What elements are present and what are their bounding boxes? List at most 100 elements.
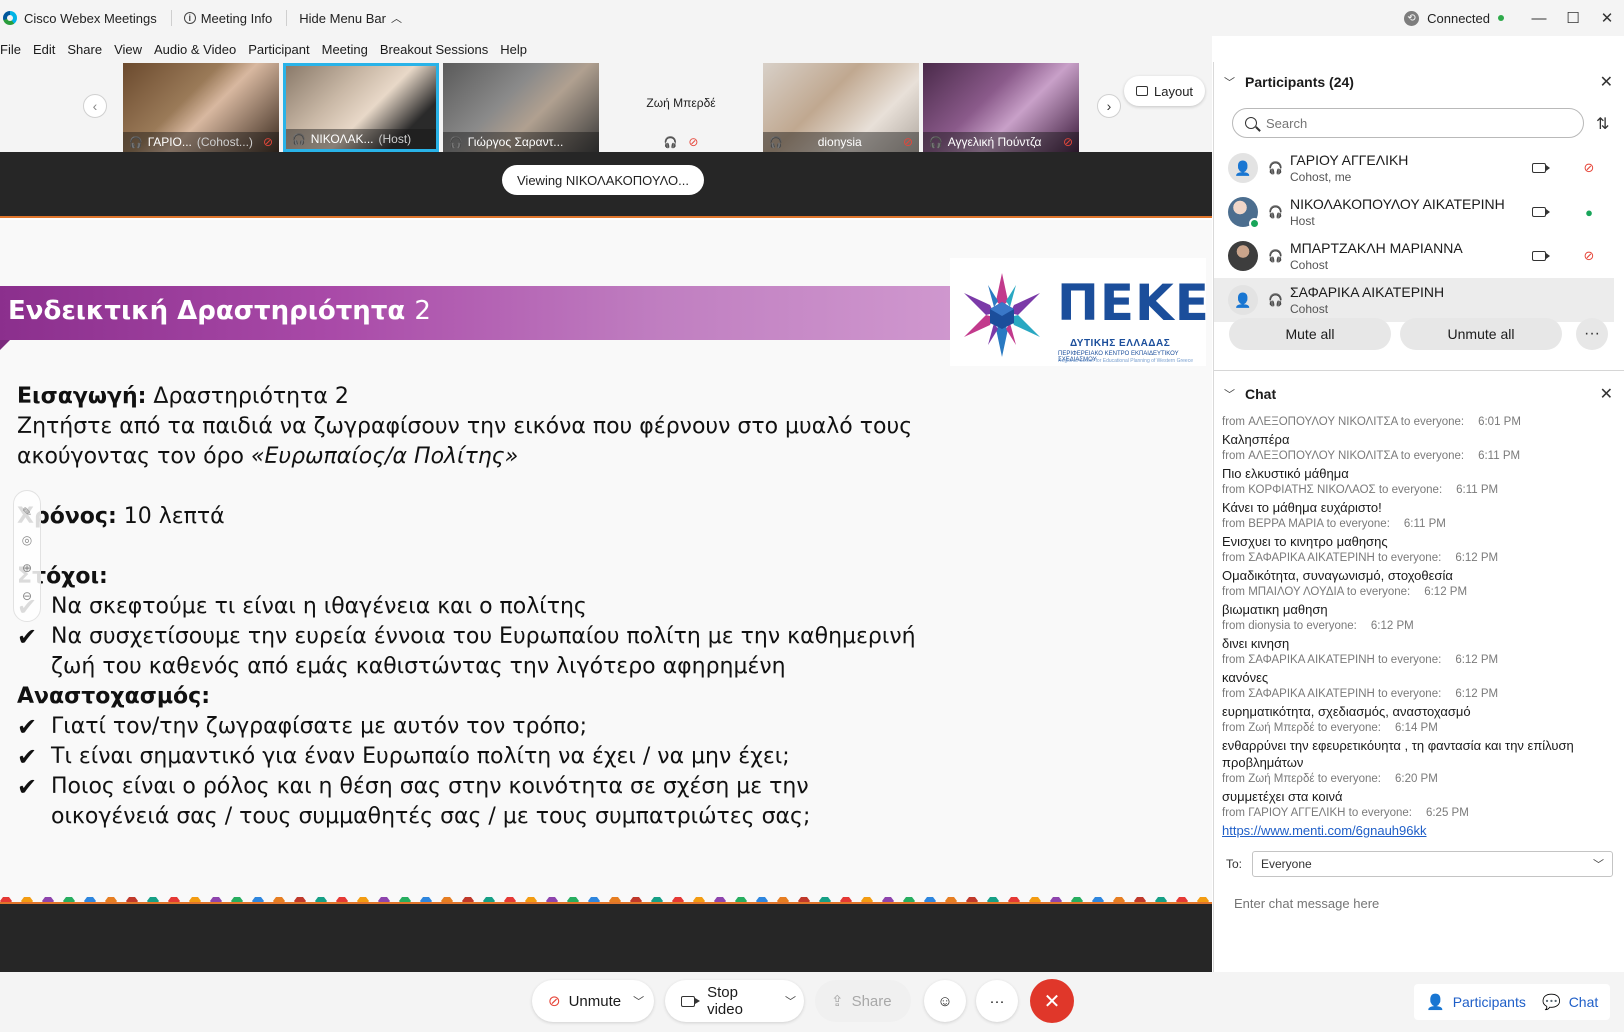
mic-muted-icon[interactable]: ⊘: [1582, 160, 1596, 176]
mic-active-icon[interactable]: ●: [1582, 205, 1596, 220]
video-strip: ‹ 🎧 ΓΑΡΙΟ... (Cohost...) ⊘ 🎧 ΝΙΚΟΛΑΚ... …: [0, 62, 1212, 152]
collapse-chevron-icon[interactable]: ﹀: [1224, 386, 1235, 402]
video-tile[interactable]: 🎧 Αγγελική Πούντζα ⊘: [923, 63, 1079, 152]
close-window-button[interactable]: ✕: [1590, 0, 1624, 36]
chat-message-meta: from Ζωή Μπερδέ to everyone: 6:20 PM: [1222, 771, 1614, 788]
menu-share[interactable]: Share: [67, 42, 102, 57]
goal-item: ✔Να σκεφτούμε τι είναι η ιθαγένεια και ο…: [17, 592, 917, 622]
menu-breakout-sessions[interactable]: Breakout Sessions: [380, 42, 488, 57]
chat-message-meta: from ΣΑΦΑΡΙΚΑ ΑΙΚΑΤΕΡΙΝΗ to everyone: 6:1…: [1222, 652, 1614, 669]
chat-sender: from ΑΛΕΞΟΠΟΥΛΟΥ ΝΙΚΟΛΙΤΣΑ to everyone:: [1222, 450, 1465, 462]
mic-muted-icon[interactable]: ⊘: [1582, 248, 1596, 264]
participant-row[interactable]: 👤 🎧 ΓΑΡΙΟΥ ΑΓΓΕΛΙΚΗ Cohost, me ⊘: [1214, 146, 1614, 190]
leave-meeting-button[interactable]: ✕: [1030, 979, 1074, 1023]
headset-icon: 🎧: [1268, 249, 1283, 263]
avatar: 👤: [1228, 285, 1258, 315]
viewing-label: Viewing ΝΙΚΟΛΑΚΟΠΟΥΛΟ...: [517, 172, 689, 188]
intro-line: Εισαγωγή: Δραστηριότητα 2: [17, 382, 917, 412]
goals-heading: Στόχοι:: [17, 562, 917, 592]
participant-name: ΜΠΑΡΤΖΑΚΛΗ ΜΑΡΙΑΝΝΑ: [1290, 240, 1463, 256]
participants-tab-label: Participants: [1452, 994, 1526, 1010]
more-controls-button[interactable]: ···: [976, 980, 1018, 1022]
connected-dot-icon: [1498, 15, 1504, 21]
tile-role: (Host): [378, 132, 412, 146]
video-tile-active[interactable]: 🎧 ΝΙΚΟΛΑΚ... (Host): [283, 63, 439, 152]
info-icon: i: [183, 12, 196, 24]
chevron-down-icon[interactable]: ﹀: [785, 993, 796, 1009]
participant-search[interactable]: [1232, 108, 1584, 138]
strip-next-button[interactable]: ›: [1097, 94, 1121, 118]
mute-all-button[interactable]: Mute all: [1229, 318, 1391, 350]
more-options-button[interactable]: ···: [1576, 318, 1608, 350]
slide-title-text: Ενδεικτική Δραστηριότητα: [8, 296, 406, 326]
minimize-button[interactable]: —: [1522, 0, 1556, 36]
close-icon: ✕: [1043, 990, 1061, 1013]
collapse-chevron-icon[interactable]: ﹀: [1224, 74, 1235, 90]
chat-message-text: Ομαδικότητα, συναγωνισμό, στοχοθεσία: [1222, 568, 1453, 583]
meeting-info-button[interactable]: i Meeting Info: [183, 11, 272, 26]
avatar: [1228, 241, 1258, 271]
hide-menu-bar-button[interactable]: Hide Menu Bar ︿: [299, 10, 402, 26]
participant-row[interactable]: 🎧 ΜΠΑΡΤΖΑΚΛΗ ΜΑΡΙΑΝΝΑ Cohost ⊘: [1214, 234, 1614, 278]
camera-icon[interactable]: [1532, 163, 1550, 173]
chat-timestamp: 6:25 PM: [1425, 807, 1469, 819]
camera-icon[interactable]: [1532, 207, 1550, 217]
zoom-icon[interactable]: ⊕: [14, 561, 40, 575]
video-tile[interactable]: 🎧 ΓΑΡΙΟ... (Cohost...) ⊘: [123, 63, 279, 152]
search-input[interactable]: [1266, 115, 1546, 131]
chevron-down-icon[interactable]: ﹀: [633, 993, 644, 1009]
menu-help[interactable]: Help: [500, 42, 527, 57]
chat-log[interactable]: from ΑΛΕΞΟΠΟΥΛΟΥ ΝΙΚΟΛΙΤΣΑ to everyone: 6…: [1222, 414, 1614, 844]
menu-file[interactable]: File: [0, 42, 21, 57]
chat-tab-button[interactable]: 💬 Chat: [1530, 984, 1611, 1020]
tile-name: Γιώργος Σαραντ...: [467, 135, 564, 149]
sort-icon[interactable]: ⇅: [1596, 114, 1609, 134]
close-participants-button[interactable]: ✕: [1600, 72, 1613, 92]
video-tile[interactable]: 🎧 Γιώργος Σαραντ...: [443, 63, 599, 152]
tile-role: (Cohost...): [196, 135, 253, 149]
menu-view[interactable]: View: [114, 42, 142, 57]
strip-previous-button[interactable]: ‹: [83, 94, 107, 118]
menu-edit[interactable]: Edit: [33, 42, 55, 57]
headset-icon: 🎧: [449, 136, 463, 149]
layout-icon: [1136, 86, 1148, 96]
intro-label: Εισαγωγή:: [17, 384, 147, 409]
tile-label: 🎧 ⊘: [603, 132, 759, 152]
video-tile[interactable]: 🎧 dionysia ⊘: [763, 63, 919, 152]
stop-video-button[interactable]: Stop video ﹀: [665, 980, 804, 1022]
chat-message-meta: from ΓΑΡΙΟΥ ΑΓΓΕΛΙΚΗ to everyone: 6:25 PM: [1222, 805, 1614, 822]
participant-row[interactable]: 🎧 ΝΙΚΟΛΑΚΟΠΟΥΛΟΥ ΑΙΚΑΤΕΡΙΝΗ Host ●: [1214, 190, 1614, 234]
video-tile[interactable]: Ζωή Μπερδέ 🎧 ⊘: [603, 63, 759, 152]
tile-name: ΝΙΚΟΛΑΚ...: [310, 132, 374, 146]
erase-icon[interactable]: ⊖: [14, 589, 40, 603]
menu-participant[interactable]: Participant: [248, 42, 309, 57]
chat-message-input[interactable]: [1234, 888, 1614, 918]
tile-label: 🎧 ΝΙΚΟΛΑΚ... (Host): [286, 129, 436, 149]
camera-icon[interactable]: [1532, 251, 1550, 261]
participants-tab-button[interactable]: 👤 Participants: [1414, 984, 1538, 1020]
menu-audio-video[interactable]: Audio & Video: [154, 42, 236, 57]
chat-message-text: συμμετέχει στα κοινά: [1222, 789, 1343, 804]
share-button[interactable]: ⇪ Share: [815, 980, 911, 1022]
participant-row-selected[interactable]: 👤 🎧 ΣΑΦΑΡΙΚΑ ΑΙΚΑΤΕΡΙΝΗ Cohost: [1214, 278, 1614, 322]
unmute-button[interactable]: ⊘ Unmute ﹀: [532, 980, 654, 1022]
banner-wedge: [0, 340, 10, 350]
close-chat-button[interactable]: ✕: [1600, 384, 1613, 404]
recipient-select[interactable]: Everyone ﹀: [1252, 851, 1613, 877]
chat-sender: from ΓΑΡΙΟΥ ΑΓΓΕΛΙΚΗ to everyone:: [1222, 807, 1412, 819]
maximize-button[interactable]: ☐: [1556, 0, 1590, 36]
participant-name: ΝΙΚΟΛΑΚΟΠΟΥΛΟΥ ΑΙΚΑΤΕΡΙΝΗ: [1290, 196, 1505, 212]
unmute-label: Unmute: [568, 992, 622, 1010]
chat-message-link[interactable]: https://www.menti.com/6gnauh96kk: [1222, 822, 1614, 839]
chat-sender: from ΚΟΡΦΙΑΤΗΣ ΝΙΚΟΛΑΟΣ to everyone:: [1222, 484, 1443, 496]
chat-timestamp: 6:11 PM: [1403, 518, 1446, 530]
pen-icon[interactable]: ✎: [14, 505, 40, 519]
annotation-toolbar[interactable]: ✎ ◎ ⊕ ⊖: [13, 490, 41, 622]
reactions-button[interactable]: ☺: [924, 980, 966, 1022]
layout-button[interactable]: Layout: [1124, 76, 1206, 106]
pointer-icon[interactable]: ◎: [14, 533, 40, 547]
unmute-all-button[interactable]: Unmute all: [1400, 318, 1562, 350]
menu-meeting[interactable]: Meeting: [322, 42, 368, 57]
viewing-indicator[interactable]: Viewing ΝΙΚΟΛΑΚΟΠΟΥΛΟ...: [502, 165, 704, 195]
chat-message-text: Ενισχυει το κινητρο μαθησης: [1222, 534, 1388, 549]
